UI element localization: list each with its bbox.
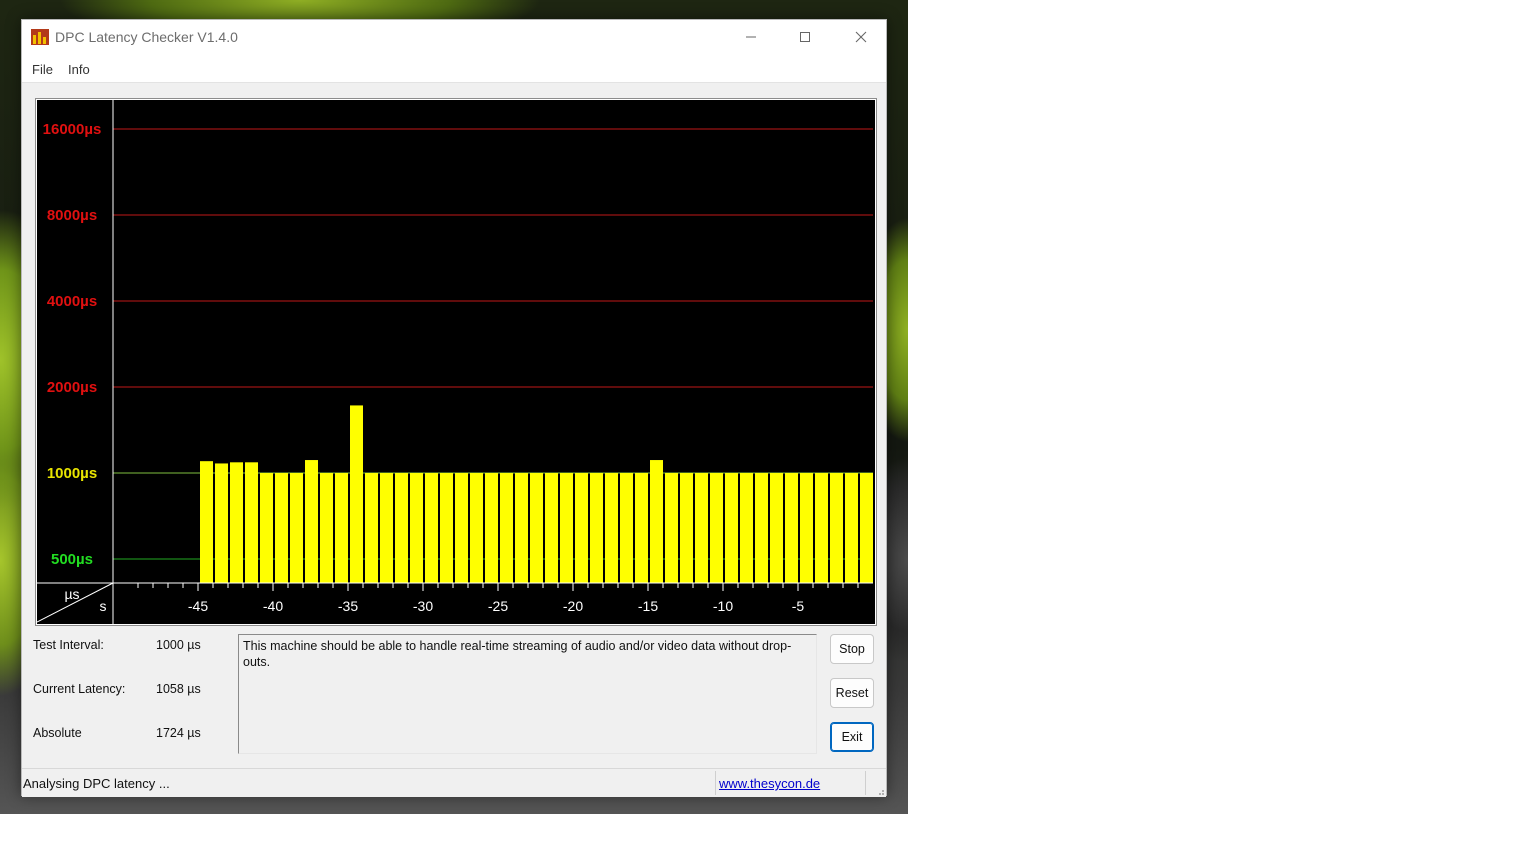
y-tick-label: 500µs xyxy=(51,551,93,568)
latency-graph-frame: 16000µs 8000µs 4000µs 2000µs 1000µs 500µs -45 -… xyxy=(35,98,877,626)
menu-bar: File Info xyxy=(22,54,886,83)
latency-bar xyxy=(740,473,753,583)
latency-bar xyxy=(710,473,723,583)
x-tick-label: -5 xyxy=(792,598,805,614)
latency-chart: 16000µs 8000µs 4000µs 2000µs 1000µs 500µs -45 -… xyxy=(37,100,875,624)
latency-bar xyxy=(665,473,678,583)
close-icon xyxy=(855,31,867,43)
latency-bar xyxy=(635,473,648,583)
latency-bar xyxy=(695,473,708,583)
test-interval-label: Test Interval: xyxy=(33,638,104,652)
absolute-latency-value: 1724 µs xyxy=(156,726,201,740)
latency-bar xyxy=(530,473,543,583)
latency-bar xyxy=(335,473,348,583)
latency-bar xyxy=(860,473,873,583)
latency-bar xyxy=(725,473,738,583)
reset-button[interactable]: Reset xyxy=(830,678,874,708)
app-logo-icon xyxy=(31,29,49,45)
y-tick-label: 2000µs xyxy=(47,379,97,396)
y-tick-label: 1000µs xyxy=(47,465,97,482)
latency-bar xyxy=(680,473,693,583)
latency-bar xyxy=(650,460,663,583)
latency-bar xyxy=(365,473,378,583)
latency-bar xyxy=(320,473,333,583)
close-button[interactable] xyxy=(834,20,888,54)
y-unit-label: µs xyxy=(64,586,79,602)
latency-bar xyxy=(440,473,453,583)
latency-bar xyxy=(590,473,603,583)
latency-bar xyxy=(290,473,303,583)
status-text: Analysing DPC latency ... xyxy=(23,776,170,791)
latency-bar xyxy=(350,405,363,583)
latency-bar xyxy=(515,473,528,583)
latency-bar xyxy=(575,473,588,583)
absolute-latency-label: Absolute xyxy=(33,726,82,740)
latency-bar xyxy=(395,473,408,583)
latency-bar xyxy=(230,462,243,583)
x-tick-label: -45 xyxy=(188,598,208,614)
latency-bar xyxy=(830,473,843,583)
latency-bar xyxy=(455,473,468,583)
latency-bar xyxy=(245,462,258,583)
latency-bar xyxy=(470,473,483,583)
menu-info[interactable]: Info xyxy=(68,62,90,77)
latency-bar xyxy=(755,473,768,583)
latency-bar xyxy=(815,473,828,583)
current-latency-value: 1058 µs xyxy=(156,682,201,696)
latency-bar xyxy=(545,473,558,583)
latency-bar xyxy=(485,473,498,583)
minimize-button[interactable] xyxy=(724,20,778,54)
latency-bar xyxy=(215,463,228,583)
latency-bar xyxy=(380,473,393,583)
resize-grip-icon[interactable] xyxy=(875,786,885,796)
x-tick-label: -20 xyxy=(563,598,583,614)
latency-bar xyxy=(620,473,633,583)
latency-bar xyxy=(275,473,288,583)
stop-button[interactable]: Stop xyxy=(830,634,874,664)
x-tick-label: -15 xyxy=(638,598,658,614)
x-tick-label: -30 xyxy=(413,598,433,614)
title-bar[interactable]: DPC Latency Checker V1.4.0 xyxy=(22,20,886,54)
latency-bar xyxy=(260,473,273,583)
y-tick-label: 4000µs xyxy=(47,293,97,310)
latency-bar xyxy=(605,473,618,583)
latency-bar xyxy=(800,473,813,583)
result-message-box[interactable]: This machine should be able to handle re… xyxy=(238,634,817,754)
maximize-icon xyxy=(800,32,810,42)
x-tick-label: -25 xyxy=(488,598,508,614)
latency-bar xyxy=(425,473,438,583)
x-tick-label: -35 xyxy=(338,598,358,614)
status-bar: Analysing DPC latency ... www.thesycon.d… xyxy=(22,768,886,797)
x-unit-label: s xyxy=(100,598,107,614)
menu-file[interactable]: File xyxy=(32,62,53,77)
current-latency-label: Current Latency: xyxy=(33,682,126,696)
latency-bar xyxy=(410,473,423,583)
y-tick-label: 16000µs xyxy=(43,121,102,138)
latency-bar xyxy=(770,473,783,583)
latency-bar xyxy=(200,461,213,583)
y-tick-label: 8000µs xyxy=(47,207,97,224)
window-title: DPC Latency Checker V1.4.0 xyxy=(55,29,238,45)
exit-button[interactable]: Exit xyxy=(830,722,874,752)
minimize-icon xyxy=(746,36,756,38)
latency-bar xyxy=(500,473,513,583)
website-link[interactable]: www.thesycon.de xyxy=(719,776,820,791)
x-tick-label: -10 xyxy=(713,598,733,614)
app-window: DPC Latency Checker V1.4.0 File Info 160… xyxy=(21,19,887,797)
status-separator xyxy=(865,771,866,795)
latency-bar xyxy=(785,473,798,583)
latency-bar xyxy=(845,473,858,583)
status-separator xyxy=(715,771,716,795)
latency-bar xyxy=(305,460,318,583)
x-tick-label: -40 xyxy=(263,598,283,614)
maximize-button[interactable] xyxy=(778,20,832,54)
latency-bar xyxy=(560,473,573,583)
test-interval-value: 1000 µs xyxy=(156,638,201,652)
